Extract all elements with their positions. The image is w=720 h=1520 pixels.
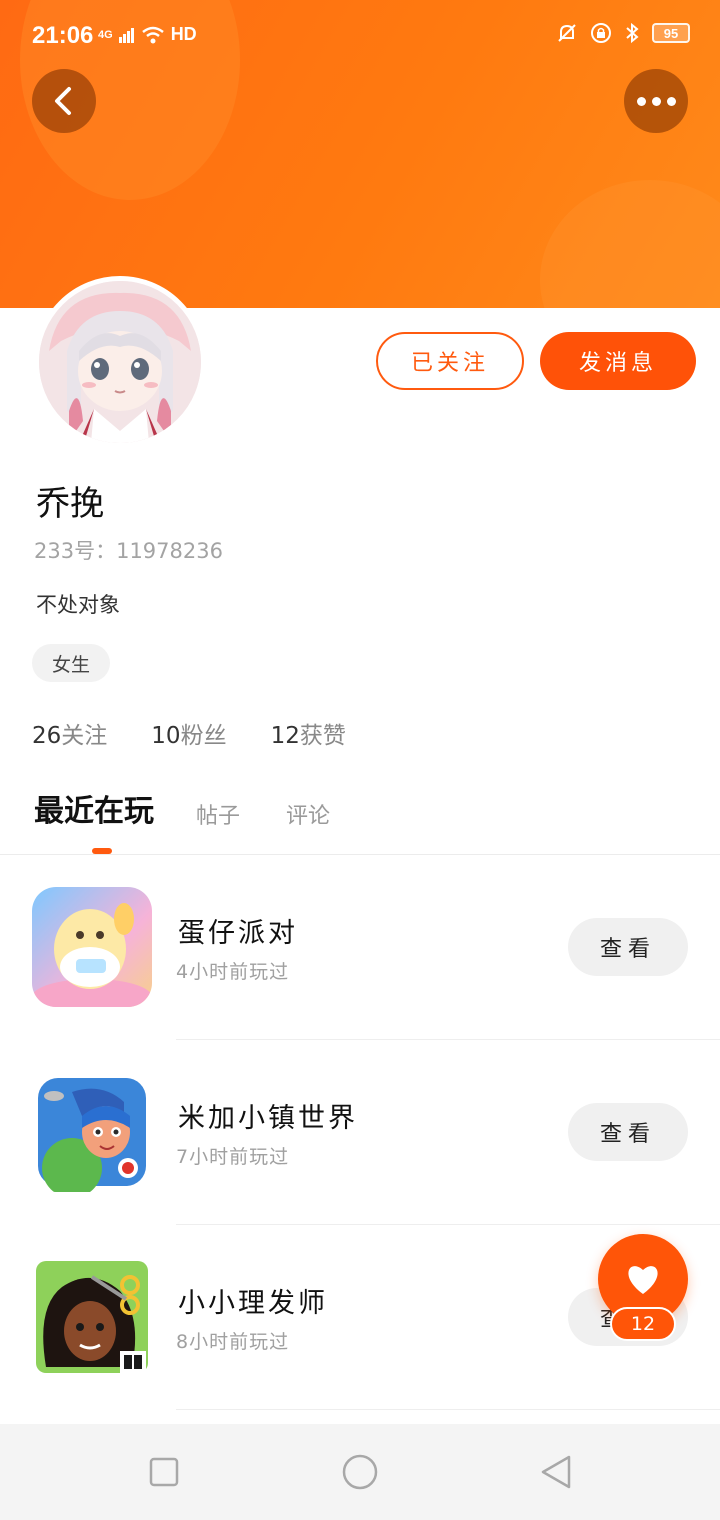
game-name: 蛋仔派对 [178,918,298,949]
gender-tag: 女生 [32,644,111,682]
bluetooth-icon [626,22,639,44]
eggy-party-icon [32,887,152,1007]
game-list-item[interactable]: 蛋仔派对 4小时前玩过 查看 [0,855,720,1040]
wifi-icon [141,26,164,43]
status-right-icons: 95 [556,22,690,44]
fans-count: 10 [151,723,181,749]
game-last-played: 7小时前玩过 [176,1146,290,1168]
recent-apps-button[interactable] [142,1450,186,1494]
tab-comments[interactable]: 评论 [286,798,330,830]
likes-label: 获赞 [299,723,346,749]
profile-bio: 不处对象 [36,593,120,617]
following-button[interactable]: 已关注 [376,332,524,390]
hd-indicator: HD [170,24,197,44]
profile-name: 乔挽 [36,484,104,524]
send-message-button[interactable]: 发消息 [540,332,696,390]
anime-girl-avatar-image [39,281,201,443]
likes-count: 12 [270,723,300,749]
more-options-button[interactable] [624,69,688,133]
view-button[interactable]: 查看 [568,918,688,976]
system-nav-bar [0,1424,720,1520]
banner-decoration [540,180,720,308]
network-type: 4G [98,28,113,41]
home-button[interactable] [338,1450,382,1494]
chevron-left-icon [55,87,71,115]
likes-stat[interactable]: 12获赞 [271,716,346,750]
back-button[interactable] [32,69,96,133]
signal-icon [118,27,134,43]
user-id: 233号：11978236 [34,539,223,563]
following-label: 关注 [61,723,108,749]
tab-recent-play[interactable]: 最近在玩 [34,786,154,830]
game-last-played: 4小时前玩过 [176,961,290,983]
more-dots-icon [636,96,676,106]
game-name: 米加小镇世界 [178,1103,358,1134]
circle-icon [342,1454,378,1490]
fans-label: 粉丝 [180,723,227,749]
back-nav-button[interactable] [534,1450,578,1494]
lock-rotation-icon [591,23,611,43]
battery-indicator: 95 [652,23,690,43]
avatar[interactable] [34,276,206,448]
hair-salon-icon [32,1257,152,1377]
following-count: 26 [32,723,62,749]
heart-icon [628,1266,658,1294]
fans-stat[interactable]: 10粉丝 [151,716,226,750]
profile-tabs: 最近在玩 帖子 评论 [34,786,376,830]
profile-stats: 26关注 10粉丝 12获赞 [32,716,390,750]
triangle-back-icon [541,1455,571,1489]
status-time: 21:06 [32,22,94,49]
tab-posts[interactable]: 帖子 [196,798,240,830]
mute-bell-icon [558,24,576,42]
like-count-badge: 12 [610,1307,676,1341]
toca-world-icon [32,1072,152,1192]
square-icon [149,1457,179,1487]
network-indicators: 4G HD [98,24,197,45]
game-name: 小小理发师 [178,1288,328,1319]
status-bar: 21:06 4G HD 95 [0,0,720,74]
following-stat[interactable]: 26关注 [32,716,107,750]
view-button[interactable]: 查看 [568,1103,688,1161]
game-last-played: 8小时前玩过 [176,1331,290,1353]
game-list-item[interactable]: 米加小镇世界 7小时前玩过 查看 [0,1040,720,1225]
row-divider [176,1409,720,1410]
